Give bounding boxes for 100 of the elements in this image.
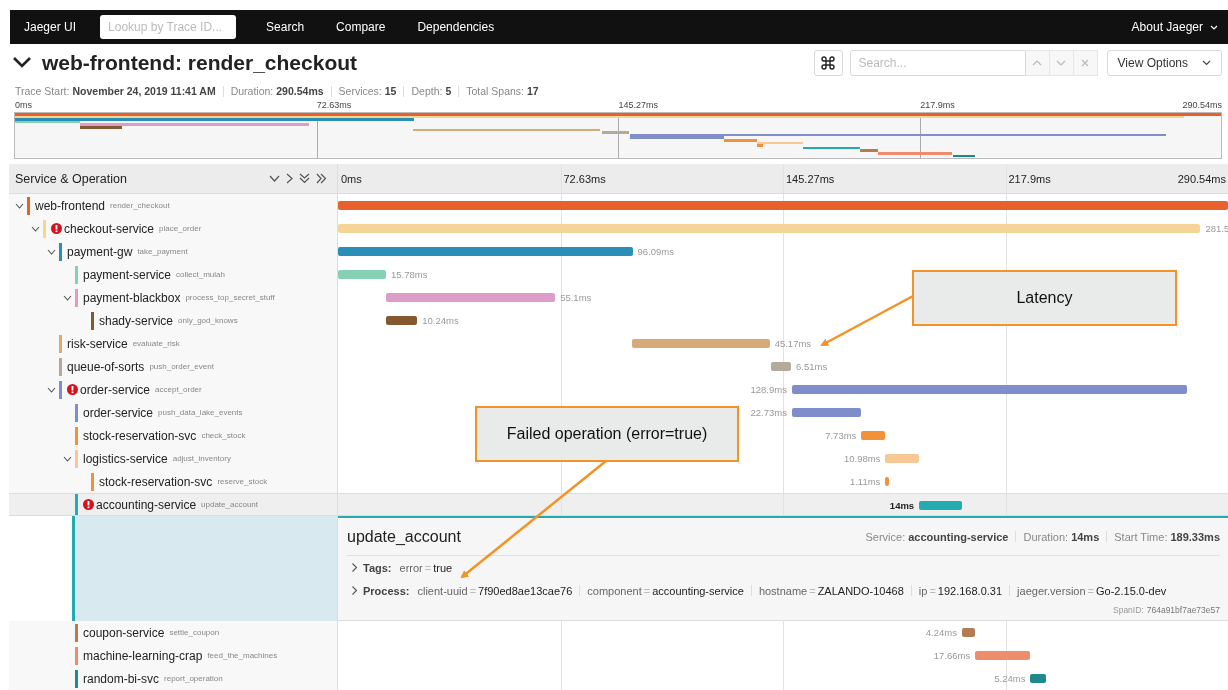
expand-toggle-icon[interactable] <box>31 225 40 232</box>
tag-key: hostname <box>758 584 808 597</box>
duration-label: 14ms <box>889 500 915 511</box>
duration-label: 5.24ms <box>994 673 1026 684</box>
operation-name: report_operation <box>164 674 223 683</box>
operation-name: reserve_stock <box>217 477 268 486</box>
operation-name: only_god_knows <box>178 316 238 325</box>
collapse-one-icon[interactable] <box>269 174 280 183</box>
expand-one-icon[interactable] <box>286 173 293 184</box>
span-duration-bar[interactable] <box>961 628 976 637</box>
caret-icon <box>1202 59 1211 66</box>
section-toggle-icon[interactable] <box>351 563 358 572</box>
about-menu[interactable]: About Jaeger <box>1131 20 1218 34</box>
meta-value: November 24, 2019 11:41 AM <box>72 85 216 97</box>
span-duration-bar[interactable] <box>386 316 418 325</box>
collapse-chevron-icon[interactable] <box>12 56 32 69</box>
service-name[interactable]: checkout-service <box>64 221 155 236</box>
timeline-tick-label: 72.63ms <box>563 173 606 185</box>
service-name[interactable]: accounting-service <box>96 497 197 512</box>
duration-label: 7.73ms <box>825 430 857 441</box>
duration-label: 10.24ms <box>422 315 459 326</box>
service-name[interactable]: order-service <box>83 405 154 420</box>
trace-search-field[interactable]: Search... <box>849 49 1026 76</box>
service-name[interactable]: random-bi-svc <box>83 671 160 686</box>
trace-lookup-field[interactable]: Lookup by Trace ID... <box>100 15 237 39</box>
expand-toggle-icon[interactable] <box>47 248 56 255</box>
tag-value: ZALANDO-10468 <box>817 584 904 597</box>
duration-label: 281.5 <box>1205 223 1228 234</box>
duration-label: 17.66ms <box>933 650 971 661</box>
minimap-tick-label: 72.63ms <box>316 100 352 110</box>
meta-label: Duration: <box>230 85 274 97</box>
service-name[interactable]: order-service <box>80 382 151 397</box>
tag-key: component <box>587 584 642 597</box>
tag-value: 7f90ed8ae13cae76 <box>478 584 573 597</box>
caret-icon <box>1210 24 1218 30</box>
meta-label: Total Spans: <box>466 85 525 97</box>
service-name[interactable]: shady-service <box>99 313 174 328</box>
operation-name: adjust_inventory <box>172 454 231 463</box>
span-duration-bar[interactable] <box>791 408 862 417</box>
duration-label: 10.98ms <box>843 453 881 464</box>
meta-label: Depth: <box>411 85 443 97</box>
tag-value: Go-2.15.0-dev <box>1096 584 1167 597</box>
equals-sign: = <box>469 584 477 597</box>
tag-key: error <box>399 561 423 574</box>
section-label[interactable]: Tags: <box>363 561 392 574</box>
view-options-button[interactable]: View Options <box>1106 49 1222 76</box>
trace-minimap[interactable] <box>14 112 1222 159</box>
span-duration-bar[interactable] <box>1030 674 1047 683</box>
meta-value: 15 <box>384 85 397 97</box>
service-name[interactable]: payment-gw <box>67 244 133 259</box>
span-stat-value: 14ms <box>1071 530 1100 543</box>
operation-name: feed_the_machines <box>207 651 278 660</box>
operation-name: render_checkout <box>110 201 170 210</box>
operation-name: push_order_event <box>149 362 214 371</box>
nav-link[interactable]: Dependencies <box>417 20 495 34</box>
meta-label: Services: <box>338 85 382 97</box>
service-name[interactable]: machine-learning-crap <box>83 648 203 663</box>
expand-toggle-icon[interactable] <box>15 202 24 209</box>
timeline-tick-label: 0ms <box>341 173 362 185</box>
operation-name: collect_mulah <box>176 270 225 279</box>
keyboard-shortcuts-button[interactable] <box>813 49 843 76</box>
collapse-all-icon[interactable] <box>299 173 310 184</box>
meta-value: 5 <box>445 85 452 97</box>
chevron-up-icon <box>1032 59 1042 66</box>
service-name[interactable]: payment-service <box>83 267 172 282</box>
expand-toggle-icon[interactable] <box>47 386 56 393</box>
duration-label: 4.24ms <box>925 627 957 638</box>
service-name[interactable]: payment-blackbox <box>83 290 181 305</box>
span-stat-value: accounting-service <box>908 530 1009 543</box>
duration-label: 22.73ms <box>750 407 787 418</box>
section-label[interactable]: Process: <box>363 584 410 597</box>
service-name[interactable]: risk-service <box>67 336 128 351</box>
minimap-tick-label: 290.54ms <box>1182 100 1222 110</box>
service-name[interactable]: logistics-service <box>83 451 168 466</box>
equals-sign: = <box>424 561 432 574</box>
expand-all-icon[interactable] <box>316 173 327 184</box>
span-operation-title: update_account <box>347 527 461 546</box>
tag-value: 192.168.0.31 <box>937 584 1003 597</box>
operation-name: place_order <box>159 224 202 233</box>
service-name[interactable]: stock-reservation-svc <box>83 428 197 443</box>
meta-label: Trace Start: <box>15 85 70 97</box>
close-icon <box>1081 58 1089 67</box>
service-name[interactable]: coupon-service <box>83 625 165 640</box>
operation-name: take_payment <box>137 247 188 256</box>
operation-name: update_account <box>201 500 258 509</box>
nav-link[interactable]: Compare <box>336 20 386 34</box>
tag-value: true <box>433 561 453 574</box>
expand-toggle-icon[interactable] <box>63 455 72 462</box>
duration-label: 128.9ms <box>750 384 787 395</box>
nav-link[interactable]: Search <box>266 20 305 34</box>
service-name[interactable]: queue-of-sorts <box>67 359 145 374</box>
service-name[interactable]: web-frontend <box>35 198 106 213</box>
expand-toggle-icon[interactable] <box>63 294 72 301</box>
equals-sign: = <box>1087 584 1094 597</box>
operation-name: check_stock <box>201 431 246 440</box>
brand-link[interactable]: Jaeger UI <box>24 20 77 34</box>
operation-name: accept_order <box>155 385 202 394</box>
tag-key: jaeger.version <box>1017 584 1086 597</box>
service-name[interactable]: stock-reservation-svc <box>99 474 213 489</box>
section-toggle-icon[interactable] <box>351 586 358 595</box>
